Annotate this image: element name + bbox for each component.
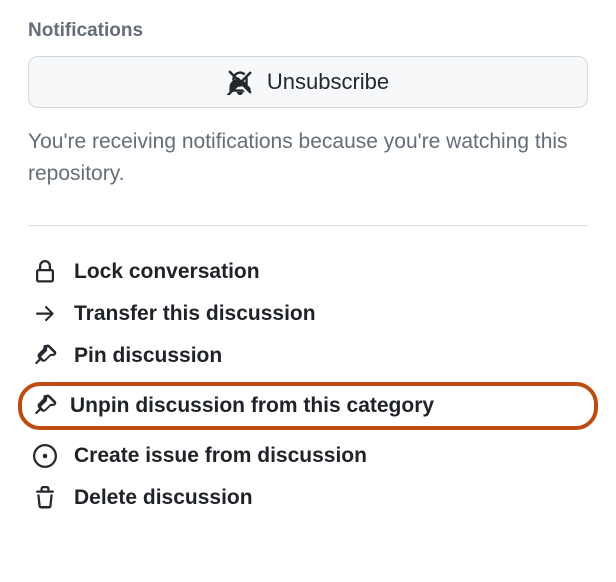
bell-slash-icon [227,69,253,95]
trash-icon [32,486,58,510]
discussion-actions: Lock conversation Transfer this discussi… [28,254,588,516]
lock-conversation-action[interactable]: Lock conversation [28,254,588,290]
action-label: Unpin discussion from this category [70,394,434,418]
action-label: Transfer this discussion [74,302,316,326]
notifications-heading: Notifications [28,20,588,42]
delete-discussion-action[interactable]: Delete discussion [28,480,588,516]
pin-discussion-action[interactable]: Pin discussion [28,338,588,374]
pin-icon [32,344,58,368]
transfer-discussion-action[interactable]: Transfer this discussion [28,296,588,332]
lock-icon [32,260,58,284]
section-divider [28,225,588,226]
unpin-discussion-from-category-action[interactable]: Unpin discussion from this category [18,382,598,430]
action-label: Delete discussion [74,486,253,510]
notifications-helper-text: You're receiving notifications because y… [28,126,588,189]
unsubscribe-button-label: Unsubscribe [267,69,389,95]
unsubscribe-button[interactable]: Unsubscribe [28,56,588,108]
issue-icon [32,444,58,468]
action-label: Pin discussion [74,344,222,368]
arrow-right-icon [32,302,58,326]
action-label: Create issue from discussion [74,444,367,468]
action-label: Lock conversation [74,260,260,284]
pin-icon [32,394,58,418]
create-issue-from-discussion-action[interactable]: Create issue from discussion [28,438,588,474]
